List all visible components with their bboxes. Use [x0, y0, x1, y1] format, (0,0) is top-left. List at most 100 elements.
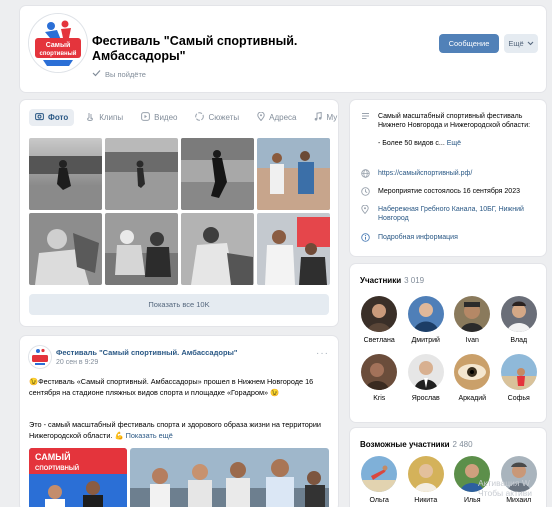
info-description-row: Самый масштабный спортивный фестиваль Ни… [360, 112, 540, 148]
possible-members-header[interactable]: Возможные участники 2 480 [360, 440, 473, 449]
photo-thumbnail[interactable] [181, 213, 254, 285]
info-bullet: - Более 50 видов с... [378, 140, 445, 147]
description-icon [360, 112, 370, 148]
possible-members-title: Возможные участники [360, 440, 450, 449]
member-item[interactable]: Kris [356, 354, 403, 412]
stories-icon [195, 112, 205, 123]
event-header: Самый спортивный Фестиваль "Самый спорти… [20, 6, 546, 92]
music-icon [314, 111, 323, 123]
more-button[interactable]: Ещё [504, 34, 538, 53]
photo-grid [29, 138, 330, 285]
post-date[interactable]: 20 сен в 9:29 [56, 359, 98, 366]
post-attachments: САМЫЙ СПОРТИВНЫЙ [29, 448, 329, 507]
avatar [361, 296, 398, 332]
avatar [454, 354, 491, 390]
tab-photo[interactable]: Фото [29, 109, 75, 126]
member-name: Илья [463, 497, 481, 504]
member-item[interactable]: Дмитрий [403, 296, 450, 354]
post-author-avatar[interactable] [29, 346, 51, 368]
wall-post: Фестиваль "Самый спортивный. Амбассадоры… [20, 336, 338, 507]
show-more-link[interactable]: Показать ещё [126, 431, 173, 440]
location-icon [257, 111, 265, 123]
photo-thumbnail[interactable] [29, 213, 102, 285]
tab-stories-label: Сюжеты [208, 113, 240, 122]
emoji-icon: 😉 [29, 377, 39, 386]
photo-thumbnail[interactable] [257, 138, 330, 210]
member-item[interactable]: Влад [496, 296, 543, 354]
event-logo[interactable]: Самый спортивный [29, 14, 87, 72]
video-icon [141, 112, 151, 123]
info-address-row: Набережная Гребного Канала, 10БГ, Нижний… [360, 204, 540, 223]
member-name: Ivan [465, 337, 479, 344]
member-name: Kris [373, 395, 386, 402]
photo-thumbnail[interactable] [105, 213, 178, 285]
tab-music[interactable]: Му [308, 109, 338, 126]
tab-addresses[interactable]: Адреса [251, 109, 302, 126]
tab-photo-label: Фото [48, 113, 69, 122]
member-item[interactable]: Софья [496, 354, 543, 412]
member-name: Влад [510, 337, 528, 344]
show-all-photos-button[interactable]: Показать все 10K [29, 294, 329, 315]
photo-thumbnail[interactable] [181, 138, 254, 210]
info-more-link[interactable]: Ещё [447, 140, 461, 147]
svg-text:спортивный: спортивный [40, 50, 77, 57]
info-details-row: Подробная информация [360, 233, 540, 244]
member-item[interactable]: Ольга [356, 456, 403, 507]
avatar [500, 296, 537, 332]
muscle-emoji-icon: 💪 [114, 431, 124, 440]
post-image[interactable] [130, 448, 329, 507]
banner-text: САМЫЙ [35, 451, 71, 462]
info-icon [360, 233, 370, 244]
tab-stories[interactable]: Сюжеты [189, 109, 245, 126]
avatar [454, 296, 491, 332]
post-author-name[interactable]: Фестиваль "Самый спортивный. Амбассадоры… [56, 348, 237, 357]
check-icon [92, 69, 101, 79]
members-section: Участники 3 019 Светлана Дмитрий Ivan Вла… [350, 264, 546, 422]
member-item[interactable]: Ярослав [403, 354, 450, 412]
clips-icon [86, 112, 95, 123]
members-count: 3 019 [404, 276, 425, 285]
details-link[interactable]: Подробная информация [378, 233, 458, 244]
member-name: Михаил [506, 497, 532, 504]
tab-video[interactable]: Видео [135, 109, 183, 126]
possible-members-count: 2 480 [452, 440, 473, 449]
member-name: Аркадий [458, 395, 487, 402]
post-image[interactable]: САМЫЙ СПОРТИВНЫЙ [29, 448, 127, 507]
media-section: Фото Клипы Видео Сюжеты Адреса Му Показа… [20, 100, 338, 326]
photo-thumbnail[interactable] [105, 138, 178, 210]
chevron-down-icon [527, 39, 534, 48]
member-item[interactable]: Светлана [356, 296, 403, 354]
watermark-line-1: Активация W [478, 478, 530, 488]
member-item[interactable]: Ivan [449, 296, 496, 354]
photo-thumbnail[interactable] [29, 138, 102, 210]
svg-text:СПОРТИВНЫЙ: СПОРТИВНЫЙ [35, 464, 79, 472]
attendance-status[interactable]: Вы пойдёте [92, 69, 146, 79]
info-description: Самый масштабный спортивный фестиваль Ни… [378, 113, 531, 129]
clock-icon [360, 187, 370, 198]
member-item[interactable]: Никита [403, 456, 450, 507]
globe-icon [360, 169, 370, 180]
more-options-icon[interactable]: ··· [316, 348, 329, 359]
website-link[interactable]: https://самыйспортивный.рф/ [378, 169, 472, 180]
member-name: Дмитрий [411, 337, 440, 344]
tab-addresses-label: Адреса [269, 113, 297, 122]
event-date: Мероприятие состоялось 16 сентября 2023 [378, 188, 520, 195]
photo-thumbnail[interactable] [257, 213, 330, 285]
tab-clips[interactable]: Клипы [80, 109, 129, 126]
windows-activation-watermark: Активация W Чтобы активи [478, 478, 532, 498]
message-button[interactable]: Сообщение [439, 34, 499, 53]
photo-icon [35, 112, 44, 123]
post-text: 😉Фестиваль «Самый спортивный. Амбассадор… [29, 376, 329, 398]
member-name: Софья [507, 395, 530, 402]
member-name: Никита [414, 497, 438, 504]
member-name: Светлана [363, 337, 395, 344]
event-address-link[interactable]: Набережная Гребного Канала, 10БГ, Нижний… [378, 205, 540, 223]
tab-video-label: Видео [154, 113, 178, 122]
members-header[interactable]: Участники 3 019 [360, 276, 424, 285]
event-info: Самый масштабный спортивный фестиваль Ни… [350, 100, 546, 256]
media-tabs: Фото Клипы Видео Сюжеты Адреса Му [29, 109, 338, 126]
member-item[interactable]: Аркадий [449, 354, 496, 412]
post-text-body-2: Это - самый масштабный фестиваль спорта … [29, 420, 321, 440]
members-grid: Светлана Дмитрий Ivan Влад Kris Ярослав … [356, 296, 542, 412]
more-button-label: Ещё [508, 39, 524, 48]
